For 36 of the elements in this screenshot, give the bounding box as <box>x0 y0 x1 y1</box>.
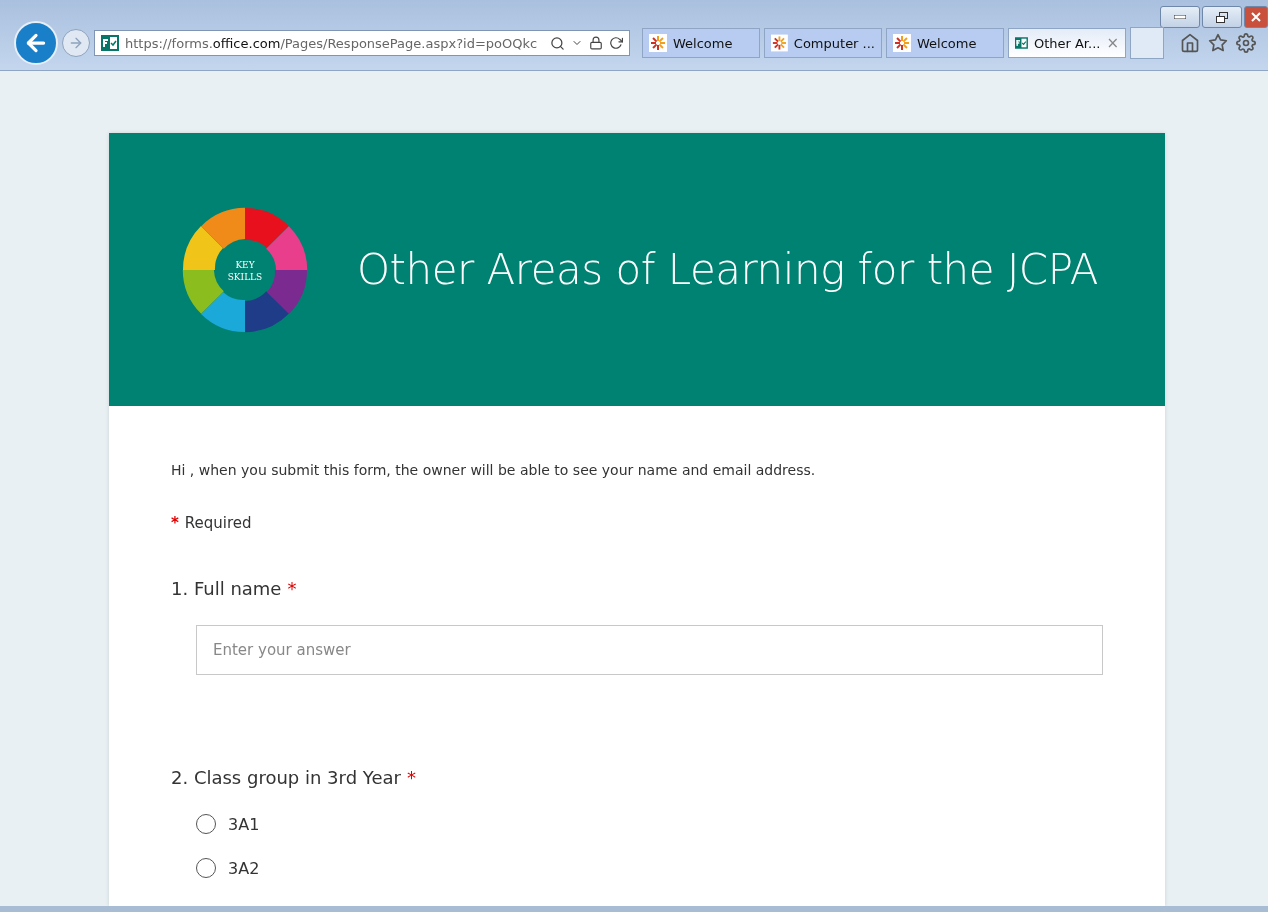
option-label: 3A1 <box>228 814 260 834</box>
restore-icon <box>1216 11 1228 23</box>
star-icon[interactable] <box>1208 33 1228 53</box>
forward-arrow-icon <box>68 35 84 51</box>
required-mark: * <box>287 578 297 599</box>
option-label: 3A2 <box>228 858 260 878</box>
form-title: Other Areas of Learning for the JCPA <box>357 245 1098 294</box>
required-label: Required <box>184 514 252 532</box>
address-bar[interactable]: https://forms.office.com/Pages/ResponsePage.aspx?id=poOQkc <box>94 30 630 56</box>
forms-icon <box>1015 34 1028 52</box>
back-button[interactable] <box>14 21 58 65</box>
browser-tab[interactable]: Computer ... <box>764 28 882 58</box>
minimize-button[interactable] <box>1160 6 1200 28</box>
browser-tab[interactable]: Welcome <box>886 28 1004 58</box>
forms-icon <box>101 34 119 52</box>
sunburst-icon <box>771 34 788 52</box>
required-mark: * <box>406 767 416 788</box>
answer-field[interactable]: Enter your answer <box>196 625 1103 675</box>
close-icon <box>1251 12 1261 22</box>
sunburst-icon <box>893 34 911 52</box>
home-icon[interactable] <box>1180 33 1200 53</box>
notice-text: Hi , when you submit this form, the owner will be able to see your name and email address. <box>171 462 817 478</box>
question-label: 1. Full name <box>171 578 282 599</box>
refresh-icon <box>609 36 623 50</box>
question-label: 2. Class group in 3rd Year <box>171 767 401 788</box>
restore-button[interactable] <box>1202 6 1242 28</box>
close-button[interactable] <box>1244 6 1268 28</box>
minimize-icon <box>1174 15 1186 19</box>
sunburst-icon <box>649 34 667 52</box>
browser-tab[interactable]: Other Ar... × <box>1008 28 1126 58</box>
settings-icon[interactable] <box>1236 33 1256 53</box>
browser-tab[interactable]: Welcome <box>642 28 760 58</box>
key-skills-logo: KEY SKILLS <box>175 199 315 340</box>
lock-icon <box>589 36 603 50</box>
search-icon <box>550 35 565 51</box>
required-mark: * <box>171 514 179 532</box>
